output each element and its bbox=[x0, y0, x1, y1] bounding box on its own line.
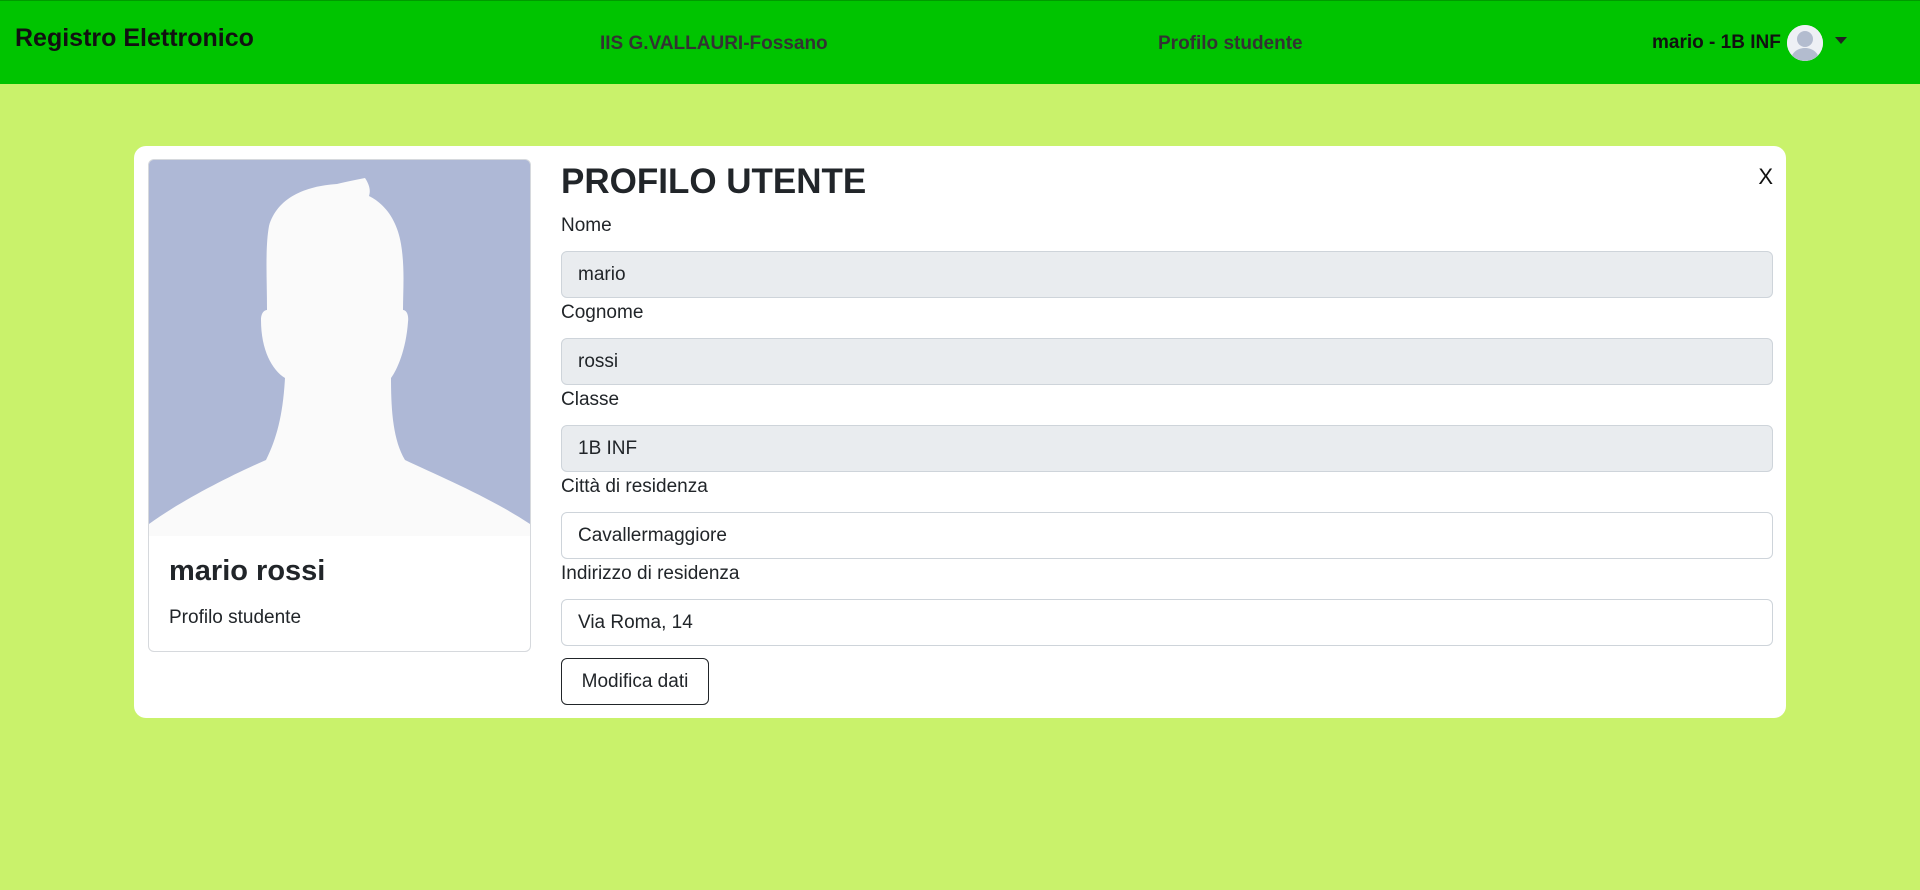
user-avatar-icon bbox=[1786, 25, 1823, 61]
field-label-classe: Classe bbox=[561, 389, 620, 410]
student-full-name: mario rossi bbox=[169, 555, 326, 587]
navbar-school-name[interactable]: IIS G.VALLAURI-Fossano bbox=[600, 33, 828, 55]
cognome-input[interactable] bbox=[561, 338, 1773, 385]
page-content: mario rossi Profilo studente PROFILO UTE… bbox=[0, 84, 1920, 890]
field-label-cognome: Cognome bbox=[561, 302, 644, 323]
user-menu-toggle[interactable]: mario - 1B INF bbox=[1652, 25, 1847, 61]
card-subtitle: Profilo studente bbox=[169, 607, 302, 628]
profile-form: PROFILO UTENTE X Nome Cognome Classe Cit… bbox=[561, 146, 1773, 718]
field-label-nome: Nome bbox=[561, 215, 612, 236]
caret-down-icon bbox=[1834, 36, 1847, 44]
indirizzo-input[interactable] bbox=[561, 599, 1773, 646]
navbar-section-title[interactable]: Profilo studente bbox=[1158, 33, 1303, 55]
profile-panel: mario rossi Profilo studente PROFILO UTE… bbox=[134, 146, 1786, 718]
default-user-silhouette-icon bbox=[149, 160, 530, 536]
close-button[interactable]: X bbox=[1758, 166, 1773, 188]
top-navbar: Registro Elettronico IIS G.VALLAURI-Foss… bbox=[0, 0, 1920, 84]
form-title: PROFILO UTENTE bbox=[561, 162, 867, 201]
profile-card: mario rossi Profilo studente bbox=[148, 159, 531, 652]
user-menu-label: mario - 1B INF bbox=[1652, 32, 1781, 53]
citta-input[interactable] bbox=[561, 512, 1773, 559]
navbar-brand[interactable]: Registro Elettronico bbox=[15, 24, 254, 53]
field-label-citta: Città di residenza bbox=[561, 476, 708, 497]
field-label-indirizzo: Indirizzo di residenza bbox=[561, 563, 740, 584]
modifica-dati-button[interactable]: Modifica dati bbox=[561, 658, 709, 705]
nome-input[interactable] bbox=[561, 251, 1773, 298]
classe-input[interactable] bbox=[561, 425, 1773, 472]
